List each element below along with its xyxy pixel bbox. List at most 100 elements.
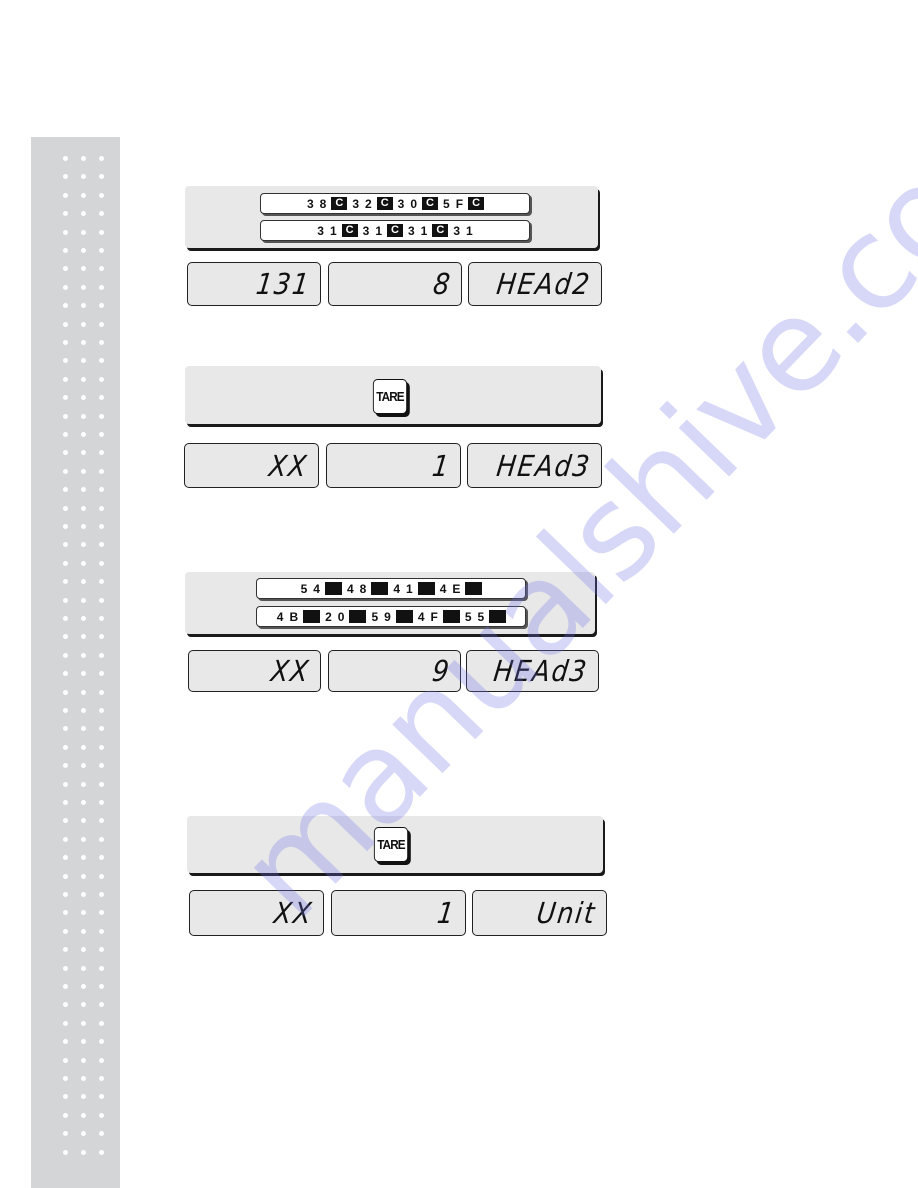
sidebar-dot (99, 560, 104, 566)
sidebar-dot (63, 1076, 68, 1081)
sidebar-dot (99, 248, 104, 253)
sidebar-dot (99, 965, 104, 971)
sidebar-dot (99, 763, 104, 769)
sidebar-dot (99, 708, 104, 713)
lcd-display-left: XX (184, 443, 319, 488)
sidebar-dot (81, 340, 86, 345)
sidebar-dot (99, 634, 104, 640)
sidebar-dot (81, 928, 86, 934)
sidebar-dot (81, 229, 86, 235)
lcd-display-left: XX (189, 890, 324, 936)
sidebar-dot (81, 1020, 86, 1026)
sidebar-dot (63, 928, 68, 934)
lcd-value: 1 (434, 896, 458, 930)
sidebar-dot (99, 468, 104, 474)
sidebar-dot (63, 303, 68, 309)
sidebar-dot (99, 855, 104, 861)
code-token: 5 F (443, 196, 464, 211)
control-char-block: C (387, 224, 403, 237)
lcd-value: XX (267, 448, 311, 483)
control-char-block (395, 610, 413, 623)
sidebar-dot (63, 174, 68, 180)
sidebar-dot (63, 726, 68, 732)
sidebar-dot (99, 1149, 104, 1155)
lcd-value: HEAd2 (494, 267, 594, 301)
sidebar-dot (63, 524, 68, 529)
sidebar-dot (81, 413, 86, 419)
sidebar-dot (99, 284, 104, 290)
lcd-display-middle: 8 (328, 262, 462, 306)
tare-key-button[interactable]: TARE (372, 379, 408, 414)
sidebar-dot (99, 229, 104, 235)
sidebar-dot (81, 560, 86, 566)
lcd-display-right: HEAd3 (466, 650, 599, 692)
sidebar-dot (63, 1020, 68, 1026)
lcd-value: Unit (534, 896, 599, 930)
sidebar-dot (81, 266, 86, 272)
keypad-panel-2: TARE (185, 366, 601, 424)
sidebar-dot (99, 652, 104, 658)
code-token: 4 8 (346, 581, 367, 596)
sidebar-dot (81, 192, 86, 198)
sidebar-dot (63, 432, 68, 437)
lcd-display-right: Unit (472, 890, 607, 936)
sidebar-dot (63, 671, 68, 677)
sidebar-dot (99, 836, 104, 842)
sidebar-dot (99, 984, 104, 989)
sidebar-dot (63, 597, 68, 603)
sidebar-dot (99, 174, 104, 180)
sidebar-dot (81, 689, 86, 695)
sidebar-dot (81, 321, 86, 327)
sidebar-dot (81, 634, 86, 640)
code-token: 3 1 (453, 223, 473, 238)
control-char-block (465, 582, 483, 595)
lcd-value: HEAd3 (491, 654, 591, 688)
code-token: 4 E (439, 581, 461, 596)
sidebar-dot (63, 689, 68, 695)
sidebar-dot (63, 634, 68, 640)
sidebar-dot (81, 1094, 86, 1100)
sidebar-dot (99, 910, 104, 916)
sidebar-dot (99, 211, 104, 217)
control-char-block (442, 610, 460, 623)
sidebar-dot (99, 340, 104, 345)
control-char-block (417, 582, 435, 595)
sidebar-dot (99, 818, 104, 824)
sidebar-dot (81, 947, 86, 953)
sidebar-dot (63, 781, 68, 787)
sidebar-dot (81, 818, 86, 824)
code-strip-3b: 4 B 2 0 5 9 4 F 5 5 (256, 606, 526, 627)
sidebar-dot (63, 965, 68, 971)
lcd-value: XX (269, 654, 313, 688)
sidebar-dot (81, 358, 86, 364)
sidebar-dot (81, 450, 86, 456)
lcd-value: 9 (429, 654, 453, 688)
sidebar-dot (99, 800, 104, 805)
code-token: 4 F (417, 609, 438, 624)
sidebar-dot (63, 413, 68, 419)
sidebar-dot (99, 266, 104, 272)
sidebar-dot (63, 855, 68, 861)
sidebar-dot (63, 1112, 68, 1118)
sidebar-dot (63, 505, 68, 511)
sidebar-dot (99, 616, 104, 621)
control-char-block (489, 610, 507, 623)
sidebar-dot (81, 395, 86, 401)
sidebar-dot (81, 1002, 86, 1008)
keypad-panel-3: 5 4 4 8 4 1 4 E 4 B 2 0 5 9 4 F 5 5 (185, 572, 595, 634)
tare-key-button[interactable]: TARE (373, 827, 409, 862)
sidebar-dot (63, 1057, 68, 1063)
sidebar-dot (99, 597, 104, 603)
sidebar-dot (99, 505, 104, 511)
sidebar-dot (63, 156, 68, 161)
code-token: 4 B (276, 609, 299, 624)
sidebar-dot (63, 468, 68, 474)
sidebar-dot (99, 1131, 104, 1137)
sidebar-dot (63, 395, 68, 401)
lcd-value: HEAd3 (494, 448, 594, 483)
control-char-block: C (468, 197, 485, 210)
control-char-block (371, 582, 389, 595)
keypad-panel-1: 3 8 C 3 2 C 3 0 C 5 F C 3 1 C 3 1 C 3 1 C 3 1 (185, 186, 598, 248)
lcd-value: 1 (429, 448, 453, 483)
sidebar-dot (81, 524, 86, 529)
